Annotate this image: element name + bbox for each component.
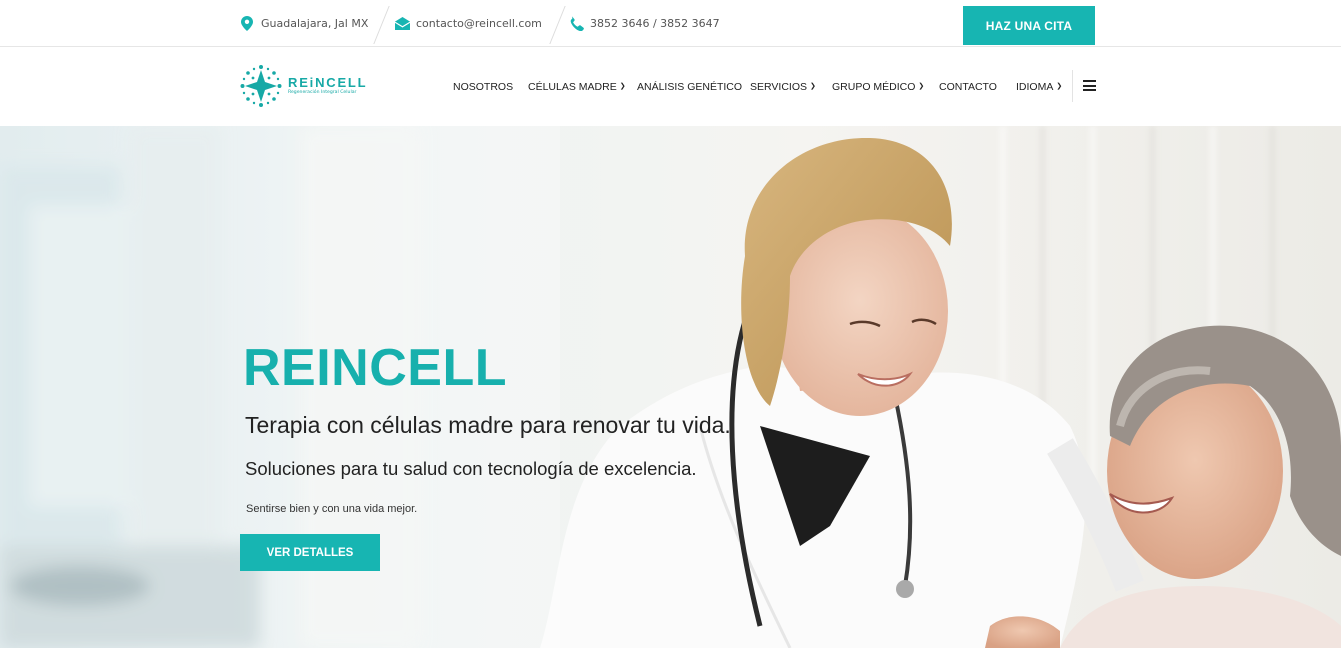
nav-item-contacto[interactable]: CONTACTO — [939, 47, 997, 126]
location-text: Guadalajara, Jal MX — [261, 17, 369, 30]
location-info: Guadalajara, Jal MX — [239, 0, 368, 47]
view-details-button[interactable]: VER DETALLES — [240, 534, 380, 571]
hero-background-image — [0, 126, 1341, 648]
nav-item-nosotros[interactable]: NOSOTROS — [453, 47, 513, 126]
nav-item-idioma[interactable]: IDIOMA ❯ — [1016, 47, 1062, 126]
nav-item-grupo-medico[interactable]: GRUPO MÉDICO ❯ — [832, 47, 924, 126]
nav-item-celulas-madre[interactable]: CÉLULAS MADRE ❯ — [528, 47, 626, 126]
chevron-down-icon: ❯ — [1056, 82, 1063, 90]
hero-headline: Terapia con células madre para renovar t… — [245, 412, 731, 438]
logo-tagline: Regeneración Integral Celular — [288, 90, 357, 95]
nav-item-label: CONTACTO — [939, 80, 997, 93]
logo-wordmark: REiNCELL — [288, 75, 368, 90]
chevron-down-icon: ❯ — [619, 82, 626, 90]
nav-item-label: IDIOMA — [1016, 80, 1054, 93]
top-bar: Guadalajara, Jal MX contacto@reincell.co… — [0, 0, 1341, 47]
hero-subheadline: Soluciones para tu salud con tecnología … — [245, 458, 697, 479]
topbar-divider — [373, 6, 390, 44]
book-appointment-button[interactable]: HAZ UNA CITA — [963, 6, 1095, 45]
chevron-down-icon: ❯ — [810, 82, 816, 90]
nav-item-label: CÉLULAS MADRE — [528, 80, 617, 93]
map-pin-icon — [239, 16, 255, 32]
topbar-divider — [549, 6, 566, 44]
hamburger-menu-icon[interactable] — [1083, 80, 1096, 91]
phone-icon — [568, 16, 584, 32]
logo-cell-icon — [240, 65, 282, 107]
nav-item-label: SERVICIOS — [750, 80, 807, 93]
nav-item-analisis-genetico[interactable]: ANÁLISIS GENÉTICO — [637, 47, 742, 126]
site-logo[interactable]: REiNCELL Regeneración Integral Celular — [240, 63, 380, 109]
email-info[interactable]: contacto@reincell.com — [394, 0, 542, 47]
hero-banner: REINCELL Terapia con células madre para … — [0, 126, 1341, 648]
phone-info[interactable]: 3852 3646 / 3852 3647 — [568, 0, 720, 47]
nav-divider — [1072, 70, 1073, 102]
nav-item-label: NOSOTROS — [453, 80, 514, 93]
nav-item-label: ANÁLISIS GENÉTICO — [637, 80, 743, 93]
phone-text[interactable]: 3852 3646 / 3852 3647 — [590, 17, 720, 30]
nav-item-label: GRUPO MÉDICO — [832, 80, 916, 93]
hero-tagline: Sentirse bien y con una vida mejor. — [246, 503, 418, 515]
nav-item-servicios[interactable]: SERVICIOS ❯ — [750, 47, 816, 126]
chevron-down-icon: ❯ — [918, 82, 925, 90]
email-text[interactable]: contacto@reincell.com — [416, 17, 542, 30]
hero-title: REINCELL — [243, 339, 507, 397]
envelope-icon — [394, 16, 410, 32]
main-navbar: REiNCELL Regeneración Integral Celular N… — [0, 47, 1341, 126]
